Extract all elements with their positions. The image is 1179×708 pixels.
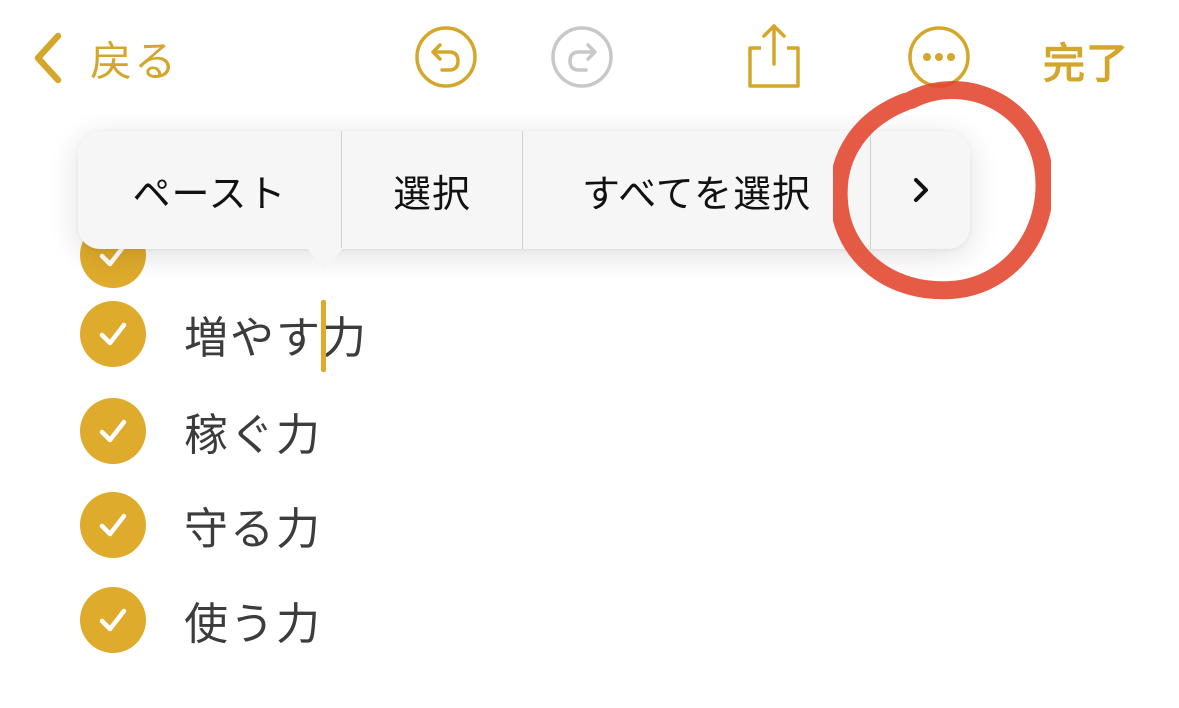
menu-item-paste[interactable]: ペースト [78,131,341,249]
navigation-bar: 戻る 完了 [0,0,1179,115]
more-options-button[interactable] [906,24,972,90]
edit-context-menu: ペースト 選択 すべてを選択 [78,131,970,249]
text-cursor [321,300,326,372]
undo-button[interactable] [413,24,479,90]
back-button[interactable]: 戻る [28,28,178,88]
checkbox-checked[interactable] [80,301,146,367]
chevron-left-icon [34,32,62,84]
chevron-right-icon [913,178,928,202]
checklist-item: 稼ぐ力 [80,396,322,466]
checklist-item-text[interactable]: 守る力 [184,493,322,557]
checkbox-checked[interactable] [80,492,146,558]
checkmark-icon [99,513,127,537]
ellipsis-icon [908,26,970,88]
checkmark-icon [99,322,127,346]
menu-item-select[interactable]: 選択 [342,131,522,249]
checklist-item-text[interactable]: 稼ぐ力 [184,399,322,463]
share-icon [748,24,800,88]
redo-button[interactable] [549,24,615,90]
menu-item-select-all[interactable]: すべてを選択 [523,131,870,249]
checkbox-checked[interactable] [80,398,146,464]
menu-more-button[interactable] [871,131,970,249]
done-button[interactable]: 完了 [1043,30,1129,91]
checklist-item: 守る力 [80,490,322,560]
back-label: 戻る [90,36,179,86]
checkmark-icon [99,608,127,632]
menu-pointer [307,248,343,270]
redo-icon [551,26,613,88]
undo-icon [415,26,477,88]
share-button[interactable] [743,22,805,92]
checkbox-checked[interactable] [80,587,146,653]
checklist-item-text[interactable]: 増やす力 [184,302,368,366]
checklist-item-text[interactable]: 使う力 [184,588,322,652]
checklist-item: 使う力 [80,585,322,655]
checkmark-icon [99,419,127,443]
